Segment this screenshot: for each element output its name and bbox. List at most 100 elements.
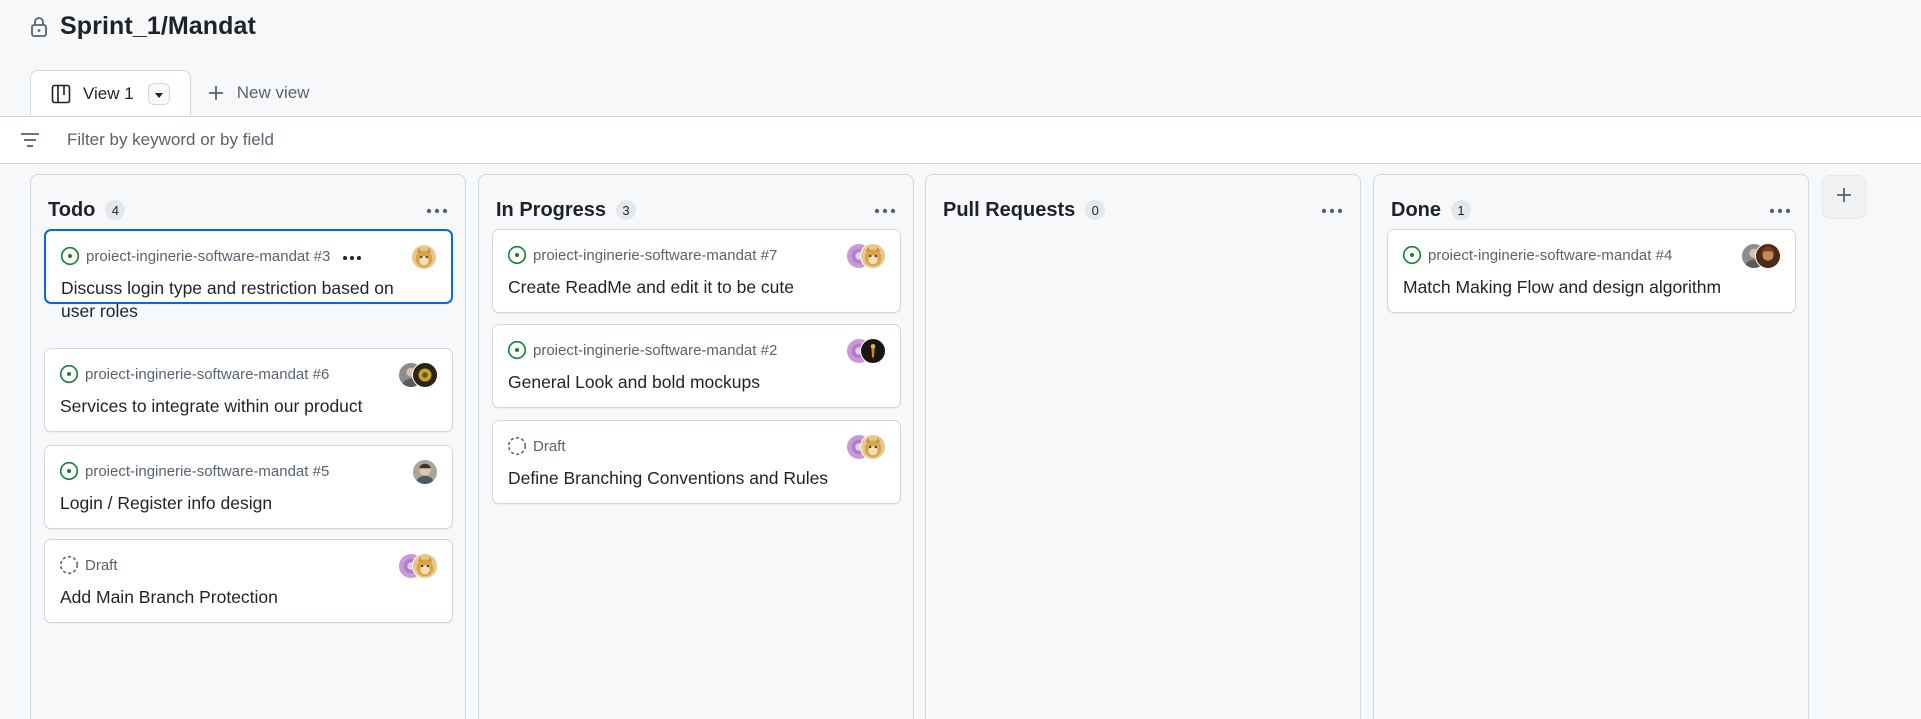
assignee-avatars	[411, 244, 437, 270]
title-row: Sprint_1/Mandat	[30, 12, 256, 41]
card-meta: proiect-inginerie-software-mandat #2	[507, 340, 777, 360]
card-title[interactable]: Match Making Flow and design algorithm	[1403, 276, 1775, 299]
kebab-horizontal-icon	[1321, 201, 1343, 219]
card-title[interactable]: Add Main Branch Protection	[60, 586, 432, 609]
board-card[interactable]: proiect-inginerie-software-mandat #5 Log…	[44, 445, 453, 529]
filter-input[interactable]	[67, 130, 667, 150]
board-card[interactable]: proiect-inginerie-software-mandat #6 Ser…	[44, 348, 453, 432]
board-icon	[51, 84, 71, 104]
avatar[interactable]	[412, 553, 438, 579]
board-card[interactable]: proiect-inginerie-software-mandat #7 Cre…	[492, 229, 901, 313]
plus-icon	[207, 84, 225, 102]
avatar[interactable]	[411, 244, 437, 270]
column-title: Done	[1391, 198, 1441, 221]
card-repo-label: proiect-inginerie-software-mandat #2	[533, 341, 778, 359]
card-title[interactable]: Services to integrate within our product	[60, 395, 432, 418]
new-view-button[interactable]: New view	[191, 69, 330, 116]
column-header: In Progress 3	[496, 195, 899, 225]
column-count: 3	[616, 200, 637, 220]
open-issue-icon	[59, 364, 79, 384]
card-meta: proiect-inginerie-software-mandat #3	[60, 246, 362, 266]
column-header: Todo 4	[48, 195, 451, 225]
board-card[interactable]: proiect-inginerie-software-mandat #4 Mat…	[1387, 229, 1796, 313]
draft-issue-icon	[507, 436, 527, 456]
card-title[interactable]: Define Branching Conventions and Rules	[508, 467, 880, 490]
card-title[interactable]: Create ReadMe and edit it to be cute	[508, 276, 880, 299]
card-repo-label: proiect-inginerie-software-mandat #4	[1428, 246, 1673, 264]
avatar[interactable]	[860, 243, 886, 269]
column-menu-button[interactable]	[423, 196, 451, 224]
add-column-button[interactable]	[1822, 175, 1866, 219]
column-title: Todo	[48, 198, 96, 221]
avatar[interactable]	[860, 338, 886, 364]
card-meta: proiect-inginerie-software-mandat #5	[59, 461, 329, 481]
page-title: Sprint_1/Mandat	[60, 12, 256, 40]
card-repo-label: proiect-inginerie-software-mandat #7	[533, 246, 778, 264]
card-title[interactable]: General Look and bold mockups	[508, 371, 880, 394]
board-card[interactable]: proiect-inginerie-software-mandat #3 Dis…	[44, 229, 453, 321]
avatar[interactable]	[412, 459, 438, 485]
assignee-avatars	[846, 243, 886, 269]
plus-icon	[1835, 186, 1853, 209]
column-in-progress: In Progress 3 proiect-inginerie-software…	[478, 174, 914, 719]
avatar[interactable]	[412, 362, 438, 388]
lock-icon	[30, 16, 48, 38]
card-draft-label: Draft	[533, 437, 566, 455]
new-view-label: New view	[236, 82, 310, 102]
column-done: Done 1 proiect-inginerie-software-mandat…	[1373, 174, 1809, 719]
column-menu-button[interactable]	[871, 196, 899, 224]
project-header: Sprint_1/Mandat View 1 New view	[0, 0, 1921, 117]
kebab-horizontal-icon	[342, 248, 362, 265]
open-issue-icon	[507, 245, 527, 265]
tab-label: View 1	[83, 84, 134, 103]
open-issue-icon	[60, 246, 80, 266]
board-card[interactable]: Draft Add Main Branch Protection	[44, 539, 453, 623]
column-menu-button[interactable]	[1318, 196, 1346, 224]
card-title[interactable]: Login / Register info design	[60, 492, 432, 515]
draft-issue-icon	[59, 555, 79, 575]
open-issue-icon	[59, 461, 79, 481]
column-pull-requests: Pull Requests 0	[925, 174, 1361, 719]
avatar[interactable]	[1755, 243, 1781, 269]
kebab-horizontal-icon	[1769, 201, 1791, 219]
view-tabs: View 1 New view	[30, 69, 330, 117]
card-meta: Draft	[59, 555, 118, 575]
card-meta: proiect-inginerie-software-mandat #6	[59, 364, 329, 384]
column-title: Pull Requests	[943, 198, 1076, 221]
card-meta: proiect-inginerie-software-mandat #7	[507, 245, 777, 265]
column-count: 0	[1085, 200, 1106, 220]
column-header: Pull Requests 0	[943, 195, 1346, 225]
assignee-avatars	[846, 434, 886, 460]
open-issue-icon	[1402, 245, 1422, 265]
view-options-button[interactable]	[147, 83, 170, 105]
tab-view-1[interactable]: View 1	[30, 70, 191, 117]
assignee-avatars	[1741, 243, 1781, 269]
kebab-horizontal-icon	[874, 201, 896, 219]
card-meta: proiect-inginerie-software-mandat #4	[1402, 245, 1672, 265]
triangle-down-icon	[154, 84, 164, 104]
kebab-horizontal-icon	[426, 201, 448, 219]
avatar[interactable]	[860, 434, 886, 460]
card-options-button[interactable]	[342, 248, 362, 265]
card-draft-label: Draft	[85, 556, 118, 574]
column-todo: Todo 4 proiect-inginerie-software-mandat…	[30, 174, 466, 719]
card-title[interactable]: Discuss login type and restriction based…	[61, 277, 431, 323]
column-count: 4	[105, 200, 126, 220]
assignee-avatars	[398, 553, 438, 579]
filter-bar	[0, 116, 1921, 164]
card-meta: Draft	[507, 436, 566, 456]
card-repo-label: proiect-inginerie-software-mandat #6	[85, 365, 330, 383]
open-issue-icon	[507, 340, 527, 360]
card-repo-label: proiect-inginerie-software-mandat #5	[85, 462, 330, 480]
column-menu-button[interactable]	[1766, 196, 1794, 224]
column-header: Done 1	[1391, 195, 1794, 225]
column-title: In Progress	[496, 198, 607, 221]
assignee-avatars	[846, 338, 886, 364]
board-card[interactable]: Draft Define Branching Conventions and R…	[492, 420, 901, 504]
card-repo-label: proiect-inginerie-software-mandat #3	[86, 247, 331, 265]
assignee-avatars	[398, 362, 438, 388]
filter-icon[interactable]	[19, 129, 41, 151]
column-count: 1	[1451, 200, 1471, 220]
board-card[interactable]: proiect-inginerie-software-mandat #2 Gen…	[492, 324, 901, 408]
assignee-avatars	[412, 459, 438, 485]
